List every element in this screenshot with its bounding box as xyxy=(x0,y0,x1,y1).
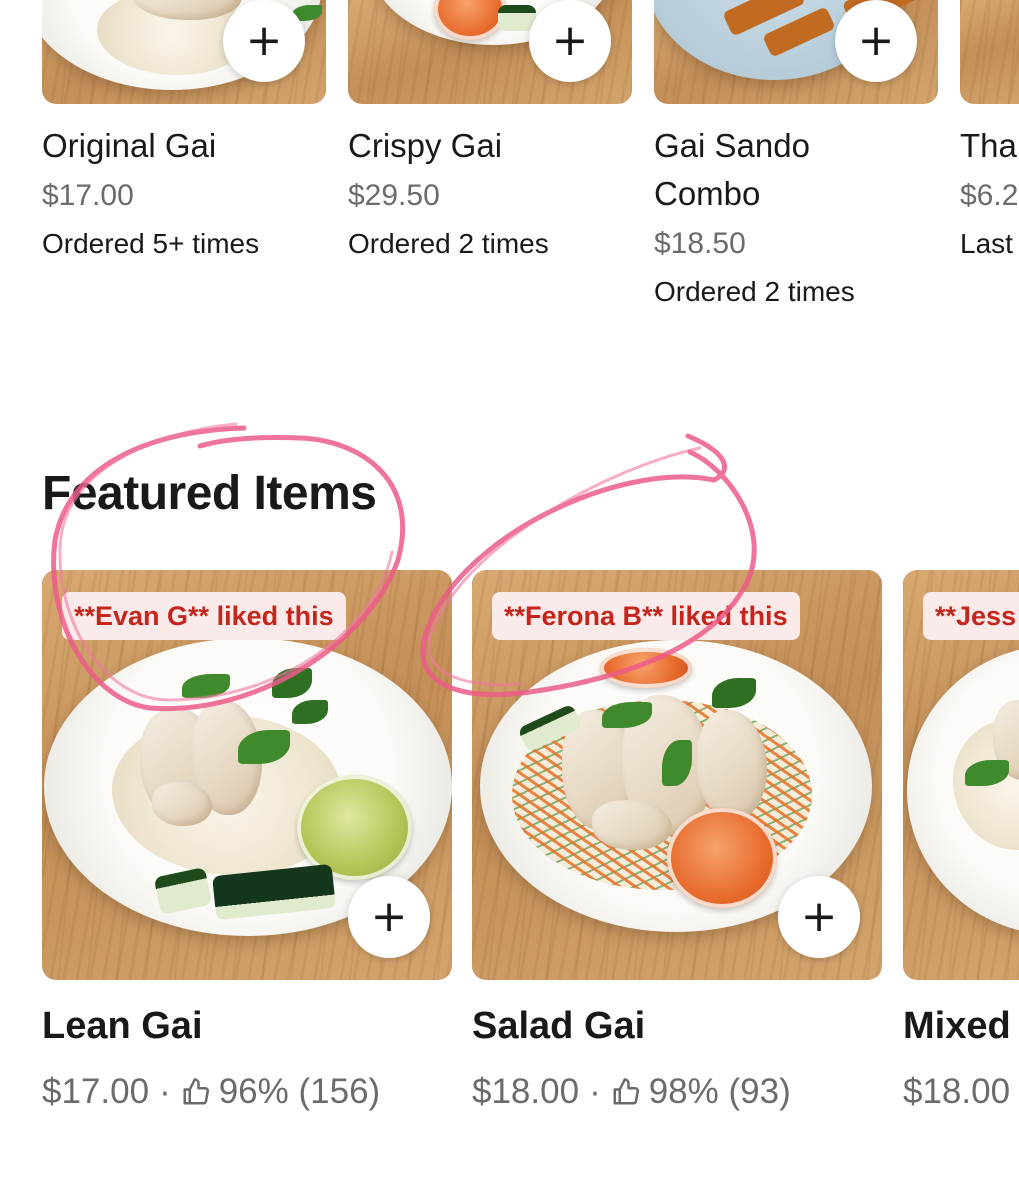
plus-icon: + xyxy=(370,891,408,942)
thumbs-up-icon xyxy=(183,1078,209,1105)
featured-card-3-meta: $18.00 xyxy=(903,1064,1010,1120)
ordered-card-3-name-line1[interactable]: Gai Sando xyxy=(654,122,810,170)
ordered-card-4-image[interactable] xyxy=(960,0,1019,104)
featured-card-1-liked-badge: **Evan G** liked this xyxy=(62,592,346,640)
featured-card-3-price: $18.00 xyxy=(903,1072,1011,1111)
ordered-card-1-name[interactable]: Original Gai xyxy=(42,122,216,170)
featured-card-1-rating: 96% (156) xyxy=(218,1072,381,1111)
featured-card-1-name[interactable]: Lean Gai xyxy=(42,998,203,1054)
ordered-card-2-add-button[interactable]: + xyxy=(529,0,611,82)
separator-dot: · xyxy=(589,1072,601,1111)
ordered-card-2-name[interactable]: Crispy Gai xyxy=(348,122,502,170)
featured-card-2-liked-badge: **Ferona B** liked this xyxy=(492,592,800,640)
featured-section-title: Featured Items xyxy=(42,467,377,520)
separator-dot: · xyxy=(159,1072,171,1111)
featured-card-2-rating: 98% (93) xyxy=(648,1072,791,1111)
ordered-card-4-price: $6.2 xyxy=(960,179,1019,212)
ordered-card-4-count: Last xyxy=(960,228,1013,259)
featured-card-3-name[interactable]: Mixed xyxy=(903,998,1011,1054)
ordered-card-1-add-button[interactable]: + xyxy=(223,0,305,82)
featured-card-1-add-button[interactable]: + xyxy=(348,876,430,958)
featured-card-1-meta: $17.00 · 96% (156) xyxy=(42,1064,380,1120)
thumbs-up-icon xyxy=(613,1078,639,1105)
plus-icon: + xyxy=(245,15,283,66)
ordered-card-2-count: Ordered 2 times xyxy=(348,228,549,259)
ordered-card-1-count: Ordered 5+ times xyxy=(42,228,260,259)
featured-card-3-liked-badge: **Jess xyxy=(923,592,1019,640)
ordered-card-3-name-line2[interactable]: Combo xyxy=(654,170,760,218)
featured-card-2-price: $18.00 xyxy=(472,1072,580,1111)
ordered-card-3-add-button[interactable]: + xyxy=(835,0,917,82)
ordered-card-1-price: $17.00 xyxy=(42,179,134,212)
plus-icon: + xyxy=(857,15,895,66)
featured-card-2-meta: $18.00 · 98% (93) xyxy=(472,1064,791,1120)
ordered-card-2-price: $29.50 xyxy=(348,179,440,212)
featured-card-2-add-button[interactable]: + xyxy=(778,876,860,958)
ordered-card-3-count: Ordered 2 times xyxy=(654,276,855,307)
featured-card-2-name[interactable]: Salad Gai xyxy=(472,998,645,1054)
featured-card-1-price: $17.00 xyxy=(42,1072,150,1111)
plus-icon: + xyxy=(551,15,589,66)
ordered-card-4-name[interactable]: Tha xyxy=(960,122,1017,170)
ordered-card-3-price: $18.50 xyxy=(654,227,746,260)
plus-icon: + xyxy=(800,891,838,942)
